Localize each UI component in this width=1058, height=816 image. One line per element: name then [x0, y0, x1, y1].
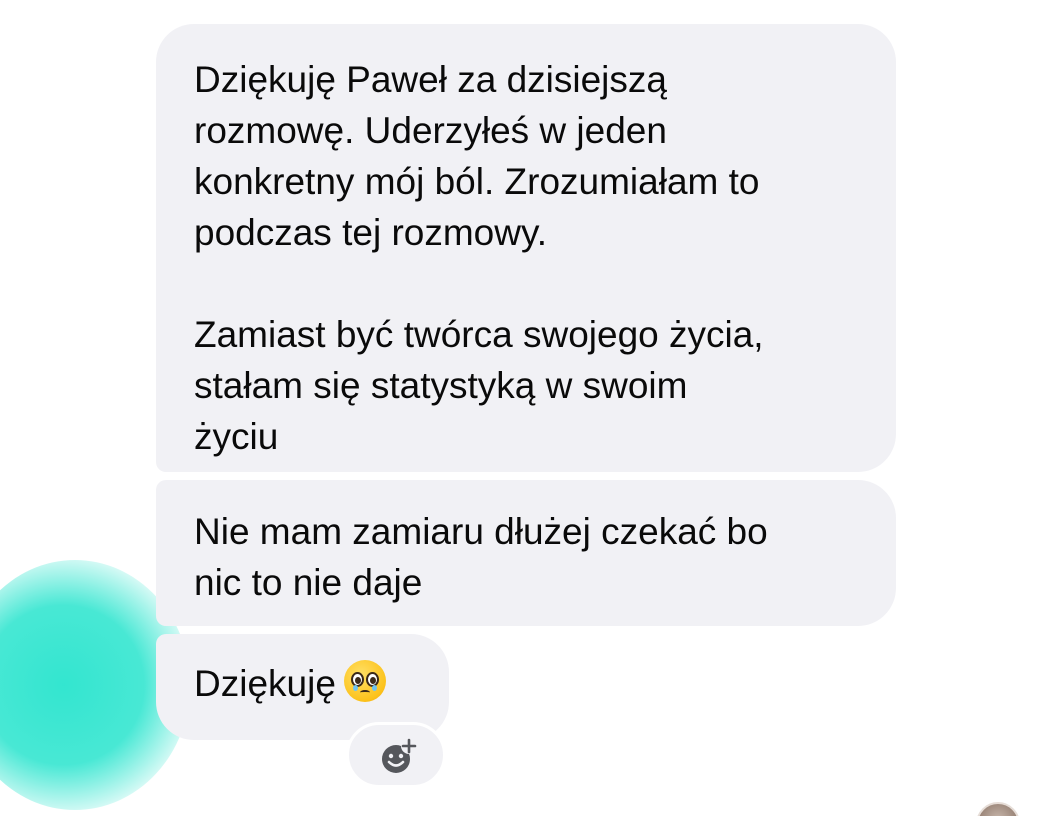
message-line: podczas tej rozmowy. [194, 212, 547, 253]
message-line: Dziękuję Paweł za dzisiejszą [194, 59, 667, 100]
add-reaction-button[interactable] [346, 722, 446, 788]
message-line: Zamiast być twórca swojego życia, [194, 314, 764, 355]
message-bubble[interactable]: Dziękuję Paweł za dzisiejszą rozmowę. Ud… [156, 24, 896, 472]
chat-thread: Dziękuję Paweł za dzisiejszą rozmowę. Ud… [0, 0, 1058, 816]
message-line: Dziękuję [194, 658, 449, 709]
message-text: Dziękuję [194, 663, 336, 704]
message-line: stałam się statystyką w swoim [194, 365, 688, 406]
avatar [976, 802, 1020, 816]
message-line: rozmowę. Uderzyłeś w jeden [194, 110, 667, 151]
message-line: konkretny mój ból. Zrozumiałam to [194, 161, 760, 202]
message-line: Nie mam zamiaru dłużej czekać bo [194, 511, 768, 552]
message-line: nic to nie daje [194, 562, 423, 603]
message-line: życiu [194, 416, 279, 457]
add-reaction-icon [382, 738, 417, 773]
pleading-face-icon [343, 660, 386, 702]
message-bubble[interactable]: Nie mam zamiaru dłużej czekać bo nic to … [156, 480, 896, 626]
